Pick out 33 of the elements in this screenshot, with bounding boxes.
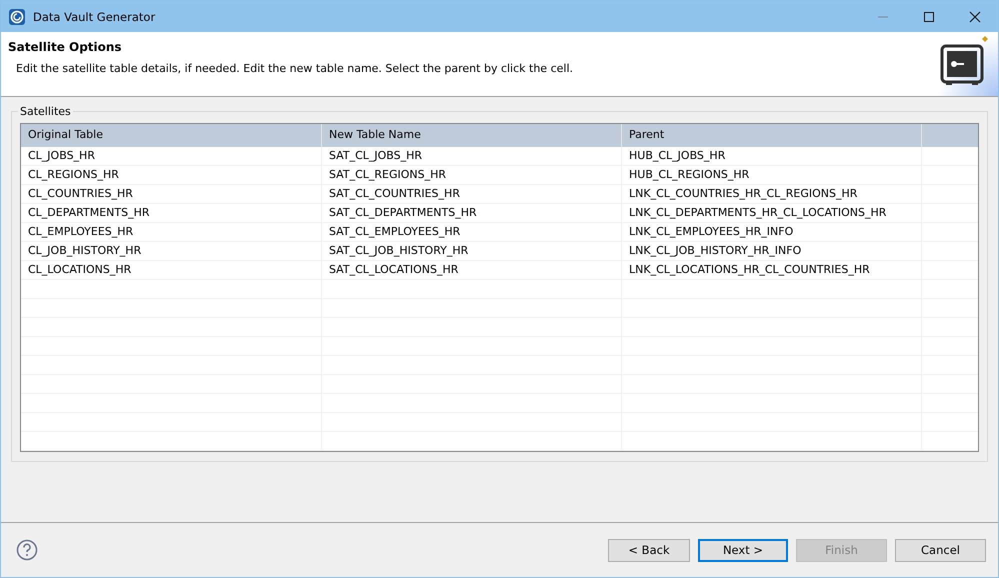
table-cell[interactable]: SAT_CL_COUNTRIES_HR [322, 185, 622, 203]
table-cell[interactable]: LNK_CL_JOB_HISTORY_HR_INFO [622, 242, 922, 260]
help-icon[interactable] [16, 539, 38, 561]
group-label: Satellites [19, 105, 72, 118]
app-icon [9, 8, 25, 24]
wizard-button[interactable]: Cancel [895, 538, 986, 562]
table-cell[interactable]: LNK_CL_LOCATIONS_HR_CL_COUNTRIES_HR [622, 261, 922, 279]
column-header[interactable]: Original Table [21, 124, 322, 147]
table-cell[interactable]: CL_LOCATIONS_HR [21, 261, 322, 279]
table-cell[interactable]: CL_DEPARTMENTS_HR [21, 204, 322, 222]
table-cell[interactable]: CL_EMPLOYEES_HR [21, 223, 322, 241]
table-cell[interactable]: CL_COUNTRIES_HR [21, 185, 322, 203]
table-cell[interactable]: LNK_CL_DEPARTMENTS_HR_CL_LOCATIONS_HR [622, 204, 922, 222]
table-cell[interactable]: CL_JOBS_HR [21, 147, 322, 165]
column-header[interactable]: New Table Name [322, 124, 622, 147]
table-cell[interactable]: CL_REGIONS_HR [21, 166, 322, 184]
wizard-button[interactable]: < Back [608, 538, 690, 562]
table-cell[interactable]: CL_JOB_HISTORY_HR [21, 242, 322, 260]
table-cell[interactable]: SAT_CL_JOBS_HR [322, 147, 622, 165]
table-cell[interactable]: LNK_CL_COUNTRIES_HR_CL_REGIONS_HR [622, 185, 922, 203]
table-cell[interactable]: SAT_CL_LOCATIONS_HR [322, 261, 622, 279]
column-header[interactable]: Parent [622, 124, 922, 147]
wizard-button[interactable]: Next > [698, 538, 788, 562]
table-cell[interactable]: SAT_CL_EMPLOYEES_HR [322, 223, 622, 241]
table-cell[interactable]: SAT_CL_REGIONS_HR [322, 166, 622, 184]
table-cell[interactable]: HUB_CL_REGIONS_HR [622, 166, 922, 184]
page-title: Satellite Options [8, 40, 123, 54]
table-cell[interactable]: SAT_CL_DEPARTMENTS_HR [322, 204, 622, 222]
window-title: Data Vault Generator [33, 10, 156, 24]
page-description: Edit the satellite table details, if needed. Edit the new table name. Select the parent by click the cell. [15, 62, 573, 75]
table-cell[interactable]: HUB_CL_JOBS_HR [622, 147, 922, 165]
table-cell[interactable]: SAT_CL_JOB_HISTORY_HR [322, 242, 622, 260]
table-cell[interactable]: LNK_CL_EMPLOYEES_HR_INFO [622, 223, 922, 241]
